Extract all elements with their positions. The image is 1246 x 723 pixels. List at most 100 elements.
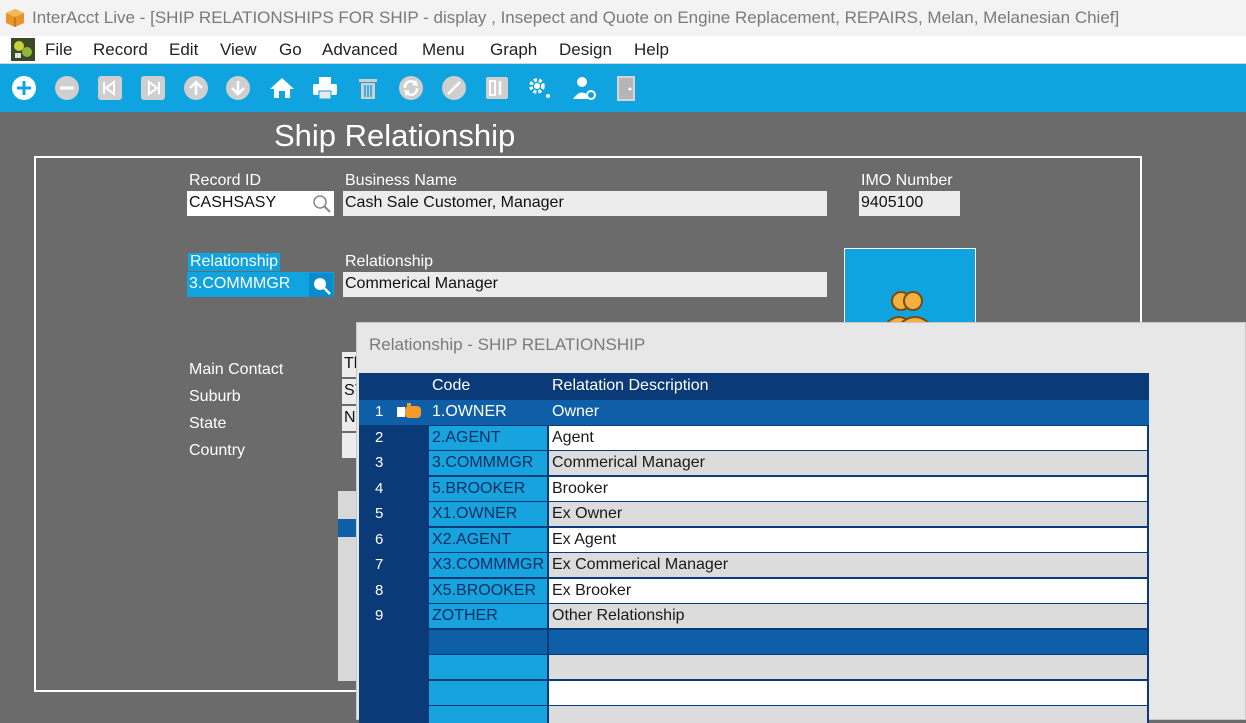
first-record-icon[interactable] <box>96 74 124 102</box>
table-row[interactable]: 1 1.OWNER Owner <box>359 400 1149 425</box>
dialog-title: Relationship - SHIP RELATIONSHIP <box>369 335 646 354</box>
menu-design[interactable]: Design <box>559 40 612 60</box>
row-description-cell[interactable] <box>549 655 1147 679</box>
delete-icon[interactable] <box>354 74 382 102</box>
settings-icon[interactable] <box>525 74 553 102</box>
window-titlebar: InterAcct Live - [SHIP RELATIONSHIPS FOR… <box>0 0 1246 36</box>
table-row[interactable]: 9 ZOTHER Other Relationship <box>359 604 1149 629</box>
row-description-cell[interactable]: Ex Brooker <box>549 578 1147 603</box>
row-description-cell[interactable] <box>549 680 1147 705</box>
menu-edit[interactable]: Edit <box>169 40 198 60</box>
row-code-cell[interactable]: 3.COMMMGR <box>429 451 547 475</box>
down-arrow-icon[interactable] <box>224 74 252 102</box>
row-number: 8 <box>375 581 384 599</box>
row-code-cell[interactable]: 1.OWNER <box>429 400 547 424</box>
remove-icon[interactable] <box>53 74 81 102</box>
table-row[interactable]: 3 3.COMMMGR Commerical Manager <box>359 451 1149 476</box>
contacts-icon <box>885 291 931 323</box>
empty-row <box>359 629 1149 655</box>
row-description-cell[interactable]: Brooker <box>549 476 1147 501</box>
relationship-desc-label: Relationship <box>345 253 434 270</box>
row-code-cell[interactable]: X5.BROOKER <box>429 578 547 603</box>
table-row[interactable]: 7 X3.COMMMGR Ex Commerical Manager <box>359 553 1149 578</box>
contacts-tile[interactable] <box>844 248 976 324</box>
print-icon[interactable] <box>311 74 339 102</box>
row-code-cell[interactable] <box>429 706 547 723</box>
user-settings-icon[interactable] <box>570 74 598 102</box>
table-row[interactable]: 6 X2.AGENT Ex Agent <box>359 527 1149 553</box>
relationship-code-value: 3.COMMMGR <box>189 275 291 292</box>
row-code-cell[interactable] <box>429 629 547 654</box>
record-id-value: CASHSASY <box>189 194 277 211</box>
exit-door-icon[interactable] <box>612 74 640 102</box>
table-row[interactable]: 8 X5.BROOKER Ex Brooker <box>359 578 1149 604</box>
state-label: State <box>189 415 227 432</box>
table-row[interactable]: 2 2.AGENT Agent <box>359 425 1149 451</box>
home-icon[interactable] <box>268 74 296 102</box>
window-title: InterAcct Live - [SHIP RELATIONSHIPS FOR… <box>32 8 1120 27</box>
row-description-cell[interactable]: Ex Agent <box>549 527 1147 552</box>
main-contact-label: Main Contact <box>189 361 284 378</box>
business-name-value: Cash Sale Customer, Manager <box>345 194 564 211</box>
table-row[interactable]: 4 5.BROOKER Brooker <box>359 476 1149 502</box>
row-description-cell[interactable]: Ex Owner <box>549 502 1147 526</box>
row-description-cell[interactable]: Other Relationship <box>549 604 1147 628</box>
column-header-description[interactable]: Relatation Description <box>552 377 709 395</box>
row-code-cell[interactable] <box>429 655 547 679</box>
menu-advanced[interactable]: Advanced <box>322 40 398 60</box>
menu-graph[interactable]: Graph <box>490 40 537 60</box>
record-id-label: Record ID <box>189 172 262 189</box>
add-icon[interactable] <box>10 74 38 102</box>
table-row[interactable]: 5 X1.OWNER Ex Owner <box>359 502 1149 527</box>
row-number: 6 <box>375 530 384 548</box>
imo-number-field[interactable]: 9405100 <box>859 191 960 216</box>
row-code-cell[interactable]: X2.AGENT <box>429 527 547 552</box>
row-number: 7 <box>375 556 384 573</box>
row-description-cell[interactable]: Owner <box>549 400 1147 424</box>
row-description-cell[interactable] <box>549 629 1147 654</box>
row-code-cell[interactable]: 5.BROOKER <box>429 476 547 501</box>
row-description-cell[interactable] <box>549 706 1147 723</box>
suburb-label: Suburb <box>189 388 241 405</box>
calculator-icon[interactable] <box>483 74 511 102</box>
app-box-icon <box>6 9 24 27</box>
page-title: Ship Relationship <box>274 118 516 153</box>
row-code-cell[interactable]: X1.OWNER <box>429 502 547 526</box>
empty-row <box>359 655 1149 680</box>
row-number: 4 <box>375 479 384 497</box>
row-description-cell[interactable]: Ex Commerical Manager <box>549 553 1147 577</box>
menu-go[interactable]: Go <box>279 40 302 60</box>
relationship-dialog: Relationship - SHIP RELATIONSHIP Code Re… <box>356 322 1246 723</box>
row-description-cell[interactable]: Commerical Manager <box>549 451 1147 475</box>
business-name-field[interactable]: Cash Sale Customer, Manager <box>343 191 827 216</box>
menu-record[interactable]: Record <box>93 40 148 60</box>
column-header-code[interactable]: Code <box>432 377 470 395</box>
row-number: 1 <box>375 403 384 420</box>
menu-help[interactable]: Help <box>634 40 669 60</box>
menu-menu[interactable]: Menu <box>422 40 465 60</box>
row-pointer-icon <box>397 403 421 418</box>
relationship-lookup-icon[interactable] <box>309 273 333 297</box>
empty-row <box>359 706 1149 723</box>
relationship-code-label: Relationship <box>188 253 281 271</box>
row-code-cell[interactable]: X3.COMMMGR <box>429 553 547 577</box>
record-search-icon[interactable] <box>312 194 332 214</box>
refresh-icon[interactable] <box>397 74 425 102</box>
toolbar <box>0 64 1246 112</box>
row-number: 2 <box>375 428 384 446</box>
row-code-cell[interactable]: 2.AGENT <box>429 425 547 450</box>
last-record-icon[interactable] <box>139 74 167 102</box>
up-arrow-icon[interactable] <box>182 74 210 102</box>
menu-view[interactable]: View <box>220 40 257 60</box>
imo-number-label: IMO Number <box>861 172 953 189</box>
menu-file[interactable]: File <box>45 40 72 60</box>
row-code-cell[interactable]: ZOTHER <box>429 604 547 628</box>
row-code-cell[interactable] <box>429 680 547 705</box>
relationship-desc-field[interactable]: Commerical Manager <box>343 272 827 297</box>
relationship-grid: Code Relatation Description 1 1.OWNER Owne… <box>359 373 1149 723</box>
row-number: 5 <box>375 505 384 522</box>
country-label: Country <box>189 442 246 459</box>
business-name-label: Business Name <box>345 172 458 189</box>
row-description-cell[interactable]: Agent <box>549 425 1147 450</box>
cancel-icon[interactable] <box>440 74 468 102</box>
